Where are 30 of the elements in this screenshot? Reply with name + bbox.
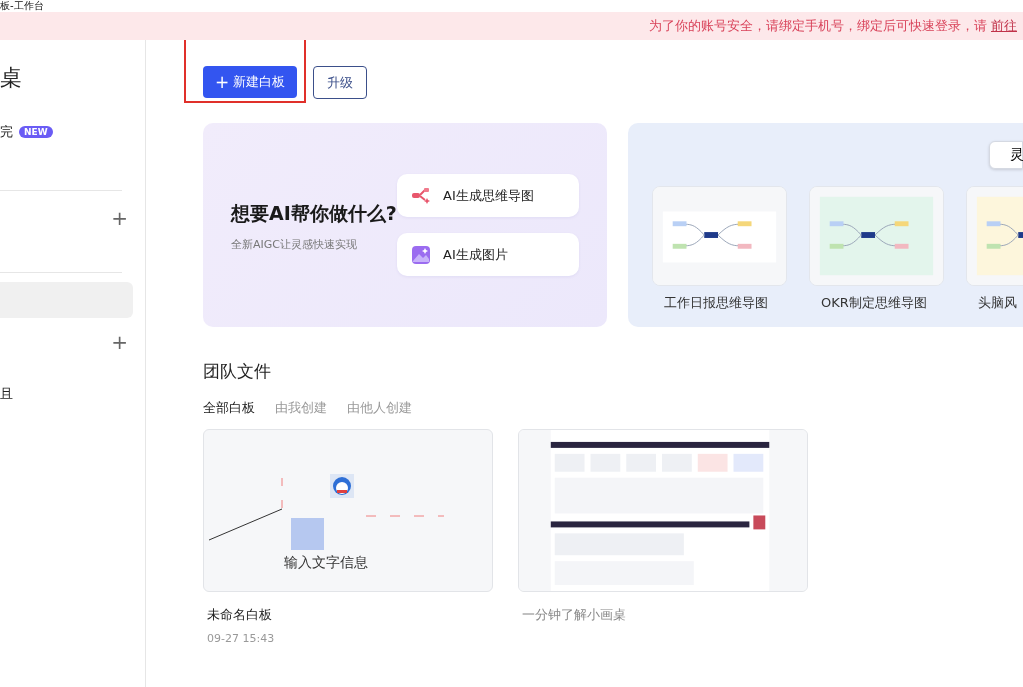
board-name: 一分钟了解小画桌 [521,606,627,624]
ai-action-button[interactable]: AI生成图片 [397,233,579,276]
board-name: 未命名白板 [206,606,273,624]
template-label: 工作日报思维导图 [663,294,769,312]
sidebar-item[interactable]: 且 [0,376,133,412]
inspiration-button[interactable]: 灵 [989,141,1023,169]
sidebar-item[interactable]: 完 NEW [0,114,133,150]
template-label: OKR制定思维导图 [820,294,928,312]
bind-link[interactable]: 前往 [991,17,1017,35]
template-label: 头脑风 [977,294,1018,312]
new-board-button[interactable]: + 新建白板 [203,66,298,98]
upgrade-button[interactable]: 升级 [313,66,368,99]
new-badge: NEW [19,126,53,138]
add-button[interactable]: + [111,208,128,228]
notice-text: 为了你的账号安全，请绑定手机号，绑定后可快速登录，请 [649,17,987,35]
app-logo-text: 桌 [0,64,23,92]
window-title: 板-工作台 [0,0,44,12]
image-icon [411,244,431,265]
board-text: 输入文字信息 [284,554,368,572]
ai-card-subtitle: 全新AIGC让灵感快速实现 [231,236,358,252]
board-date: 09-27 15:43 [206,632,276,645]
sticky-note [291,518,324,550]
mindmap-icon [411,186,431,205]
filter-tab[interactable]: 全部白板 [203,399,255,417]
section-title: 团队文件 [203,360,272,383]
add-button[interactable]: + [111,332,128,352]
robot-icon [330,474,354,498]
board-preview[interactable]: 输入文字信息 [203,429,493,592]
ai-card-title: 想要AI帮你做什么? [231,200,397,226]
ai-action-button[interactable]: AI生成思维导图 [397,174,579,217]
